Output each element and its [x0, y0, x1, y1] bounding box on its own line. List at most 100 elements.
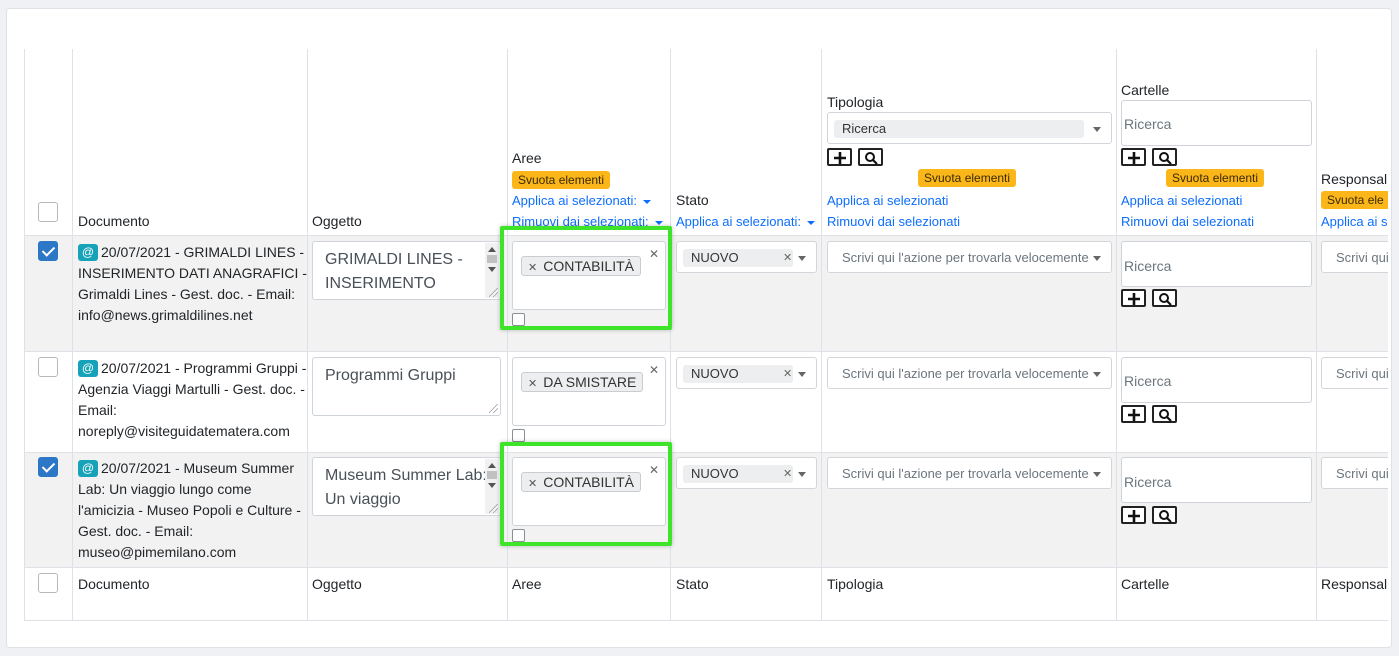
cartelle-add-button[interactable]: [1121, 148, 1146, 166]
document-cell[interactable]: @20/07/2021 - GRIMALDI LINES - INSERIMEN…: [78, 242, 308, 326]
plus-icon: [1128, 293, 1140, 305]
header-documento[interactable]: Documento: [78, 213, 150, 229]
documents-panel: Documento Oggetto Aree Svuota elementi A…: [6, 8, 1392, 648]
row-checkbox[interactable]: [38, 457, 58, 477]
tipologia-placeholder: Scrivi qui l'azione per trovarla velocem…: [842, 366, 1089, 381]
cartelle-input[interactable]: Ricerca: [1121, 241, 1312, 287]
cartelle-input[interactable]: Ricerca: [1121, 457, 1312, 503]
scroll-up-icon: [488, 247, 496, 252]
document-cell[interactable]: @20/07/2021 - Programmi Gruppi - Agenzia…: [78, 358, 308, 442]
cartelle-rimuovi-link[interactable]: Rimuovi dai selezionati: [1121, 214, 1254, 229]
caret-down-icon: [654, 220, 663, 225]
chevron-down-icon: [1093, 472, 1101, 477]
chevron-down-icon: [798, 256, 806, 261]
tipologia-select[interactable]: Scrivi qui l'azione per trovarla velocem…: [827, 457, 1112, 489]
aree-svuota-button[interactable]: Svuota elementi: [512, 171, 611, 189]
clear-icon[interactable]: ✕: [649, 363, 659, 377]
select-all-footer-checkbox[interactable]: [38, 573, 58, 593]
oggetto-textarea[interactable]: Museum Summer Lab: Un viaggio: [312, 457, 501, 516]
row-checkbox[interactable]: [38, 241, 58, 261]
search-icon: [865, 152, 878, 165]
clear-icon[interactable]: ✕: [783, 467, 792, 480]
stato-value: NUOVO: [683, 465, 793, 483]
cartelle-add-button[interactable]: [1121, 289, 1146, 307]
header-aree[interactable]: Aree: [512, 150, 542, 166]
oggetto-text: Museum Summer Lab: Un viaggio: [325, 467, 487, 508]
plus-icon: [1128, 510, 1140, 522]
chevron-down-icon: [798, 372, 806, 377]
cartelle-search-button[interactable]: [1152, 289, 1177, 307]
clear-icon[interactable]: ✕: [783, 367, 792, 380]
chevron-down-icon: [798, 472, 806, 477]
select-all-checkbox[interactable]: [38, 202, 58, 222]
cartelle-svuota-button[interactable]: Svuota elementi: [1166, 169, 1265, 187]
oggetto-text: GRIMALDI LINES - INSERIMENTO: [325, 251, 463, 292]
header-stato[interactable]: Stato: [676, 192, 709, 208]
aree-row-checkbox[interactable]: [512, 429, 525, 442]
oggetto-textarea[interactable]: GRIMALDI LINES - INSERIMENTO: [312, 241, 501, 300]
header-tipologia[interactable]: Tipologia: [827, 94, 883, 110]
scroll-thumb[interactable]: [487, 255, 497, 263]
area-tag-label: DA SMISTARE: [543, 374, 637, 390]
email-icon: @: [78, 244, 98, 261]
tipologia-add-button[interactable]: [827, 148, 852, 166]
row-divider: [24, 351, 1388, 352]
row-checkbox[interactable]: [38, 357, 58, 377]
cartelle-add-button[interactable]: [1121, 506, 1146, 524]
responsabili-svuota-button[interactable]: Svuota ele: [1321, 191, 1388, 209]
scroll-down-icon: [488, 267, 496, 272]
oggetto-textarea[interactable]: Programmi Gruppi: [312, 357, 501, 416]
header-cartelle[interactable]: Cartelle: [1121, 82, 1169, 98]
cartelle-search-button[interactable]: [1152, 148, 1177, 166]
cartelle-add-button[interactable]: [1121, 405, 1146, 423]
footer-documento: Documento: [78, 576, 150, 592]
tipologia-select[interactable]: Scrivi qui l'azione per trovarla velocem…: [827, 357, 1112, 389]
cartelle-applica-link[interactable]: Applica ai selezionati: [1121, 193, 1242, 208]
stato-select[interactable]: NUOVO ✕: [676, 241, 817, 273]
tipologia-applica-link[interactable]: Applica ai selezionati: [827, 193, 948, 208]
stato-select[interactable]: NUOVO ✕: [676, 357, 817, 389]
footer-responsabili: Responsal: [1321, 576, 1388, 592]
resize-grip-icon[interactable]: [489, 288, 498, 297]
chevron-down-icon: [1093, 372, 1101, 377]
plus-icon: [1128, 409, 1140, 421]
col-divider: [1316, 49, 1317, 621]
tipologia-rimuovi-link[interactable]: Rimuovi dai selezionati: [827, 214, 960, 229]
scroll-up-icon: [488, 463, 496, 468]
resize-grip-icon[interactable]: [489, 404, 498, 413]
scroll-thumb[interactable]: [487, 471, 497, 479]
footer-aree: Aree: [512, 576, 542, 592]
stato-value: NUOVO: [683, 365, 793, 383]
cartelle-filter-input[interactable]: Ricerca: [1121, 100, 1312, 146]
documents-table: Documento Oggetto Aree Svuota elementi A…: [24, 49, 1388, 621]
tipologia-filter-select[interactable]: Ricerca: [827, 112, 1112, 144]
responsabili-select[interactable]: Scrivi qui: [1321, 357, 1388, 389]
responsabili-applica-link[interactable]: Applica ai s: [1321, 214, 1387, 229]
footer-stato: Stato: [676, 576, 709, 592]
aree-multiselect[interactable]: ✕ DA SMISTARE ✕: [512, 357, 666, 426]
aree-applica-dropdown[interactable]: Applica ai selezionati:: [512, 193, 652, 208]
search-icon: [1159, 293, 1172, 306]
header-oggetto[interactable]: Oggetto: [312, 213, 362, 229]
cartelle-search-button[interactable]: [1152, 405, 1177, 423]
cartelle-input[interactable]: Ricerca: [1121, 357, 1312, 403]
responsabili-select[interactable]: Scrivi qui: [1321, 241, 1388, 273]
stato-applica-dropdown[interactable]: Applica ai selezionati:: [676, 214, 816, 229]
tipologia-select[interactable]: Scrivi qui l'azione per trovarla velocem…: [827, 241, 1112, 273]
stato-applica-label: Applica ai selezionati:: [676, 214, 802, 229]
resize-grip-icon[interactable]: [489, 504, 498, 513]
header-responsabili[interactable]: Responsal: [1321, 171, 1387, 187]
remove-tag-icon[interactable]: ✕: [528, 378, 537, 390]
stato-select[interactable]: NUOVO ✕: [676, 457, 817, 489]
search-icon: [1159, 409, 1172, 422]
footer-oggetto: Oggetto: [312, 576, 362, 592]
tipologia-svuota-button[interactable]: Svuota elementi: [918, 169, 1017, 187]
clear-icon[interactable]: ✕: [783, 251, 792, 264]
responsabili-select[interactable]: Scrivi qui: [1321, 457, 1388, 489]
area-tag: ✕ DA SMISTARE: [521, 372, 644, 392]
document-cell[interactable]: @20/07/2021 - Museum Summer Lab: Un viag…: [78, 458, 308, 563]
scroll-down-icon: [488, 483, 496, 488]
cartelle-search-button[interactable]: [1152, 506, 1177, 524]
responsabili-placeholder: Scrivi qui: [1336, 366, 1388, 381]
tipologia-search-button[interactable]: [858, 148, 883, 166]
